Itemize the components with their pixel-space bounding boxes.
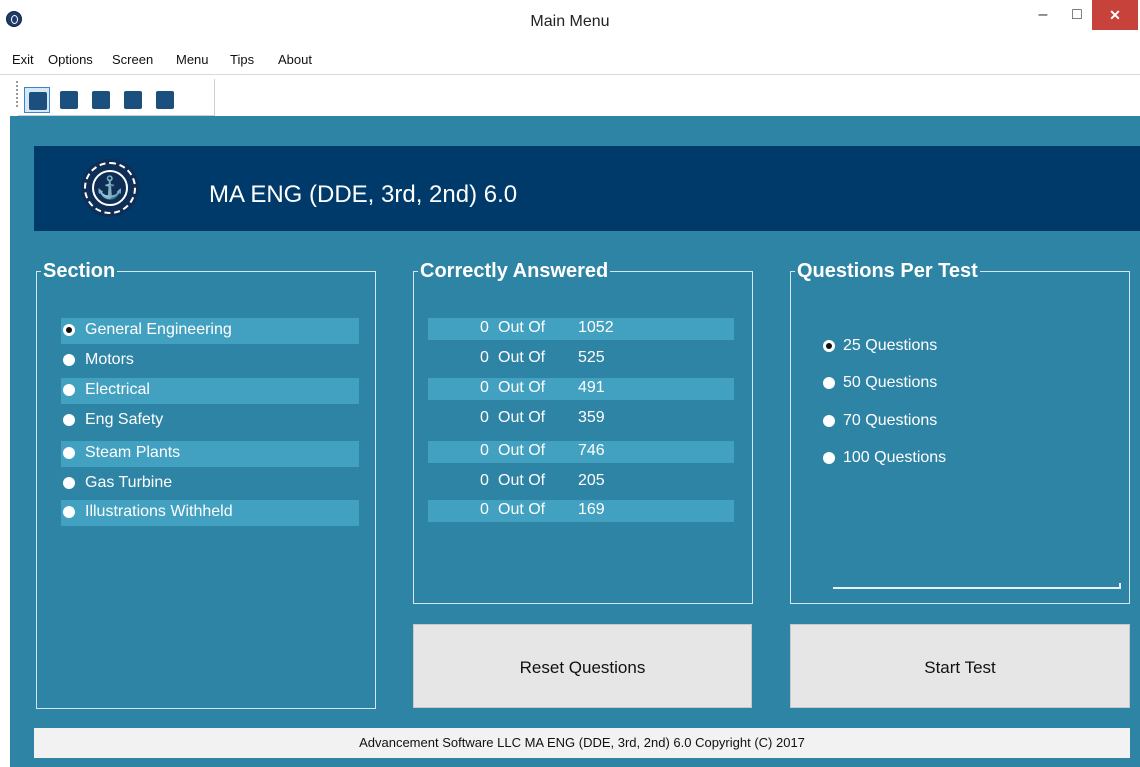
radio-icon[interactable] [63, 447, 75, 459]
anchor-logo-icon: ⚓ [81, 159, 139, 217]
radio-icon[interactable] [63, 477, 75, 489]
minimize-button[interactable]: – [1026, 0, 1060, 30]
menu-tips[interactable]: Tips [230, 52, 254, 67]
section-option-eng-safety[interactable]: Eng Safety [61, 408, 359, 434]
close-button[interactable]: ✕ [1092, 0, 1138, 30]
menu-screen[interactable]: Screen [112, 52, 153, 67]
new-page-icon[interactable] [56, 87, 82, 113]
title-bar: Main Menu – □ ✕ [0, 0, 1140, 44]
toolbar [0, 75, 1140, 116]
section-legend: Section [43, 260, 116, 282]
radio-icon[interactable] [823, 415, 835, 427]
progress-bar [833, 583, 1121, 589]
radio-icon[interactable] [823, 340, 835, 352]
radio-icon[interactable] [63, 324, 75, 336]
count-row: 0 Out Of 169 [428, 500, 734, 522]
reset-questions-button[interactable]: Reset Questions [413, 624, 752, 708]
count-row: 0 Out Of 491 [428, 378, 734, 400]
maximize-button[interactable]: □ [1060, 0, 1094, 30]
count-row: 0 Out Of 525 [480, 349, 605, 366]
radio-icon[interactable] [63, 384, 75, 396]
menu-options[interactable]: Options [48, 52, 93, 67]
count-row: 0 Out Of 359 [480, 409, 605, 426]
section-option-gas-turbine[interactable]: Gas Turbine [61, 471, 359, 497]
start-test-button[interactable]: Start Test [790, 624, 1130, 708]
radio-icon[interactable] [823, 452, 835, 464]
count-row: 0 Out Of 1052 [428, 318, 734, 340]
radio-icon[interactable] [823, 377, 835, 389]
correctly-answered-legend: Correctly Answered [420, 260, 609, 282]
count-row: 0 Out Of 746 [428, 441, 734, 463]
window-title: Main Menu [530, 13, 610, 30]
footer-copyright: Advancement Software LLC MA ENG (DDE, 3r… [34, 728, 1130, 758]
section-option-motors[interactable]: Motors [61, 348, 359, 374]
header-banner: ⚓ MA ENG (DDE, 3rd, 2nd) 6.0 [34, 146, 1140, 231]
menu-about[interactable]: About [278, 52, 312, 67]
image-icon[interactable] [120, 87, 146, 113]
radio-icon[interactable] [63, 354, 75, 366]
questions-per-test-legend: Questions Per Test [797, 260, 978, 282]
search-icon[interactable] [88, 87, 114, 113]
section-option-electrical[interactable]: Electrical [61, 378, 359, 404]
questions-per-test-group: Questions Per Test 25 Questions 50 Quest… [790, 260, 1130, 604]
menu-menu[interactable]: Menu [176, 52, 209, 67]
section-option-general-engineering[interactable]: General Engineering [61, 318, 359, 344]
menu-exit[interactable]: Exit [12, 52, 34, 67]
section-group: Section General Engineering Motors Elect… [36, 260, 376, 709]
toolbar-strip [18, 79, 215, 116]
list-icon[interactable] [152, 87, 178, 113]
grid-view-icon[interactable] [24, 87, 50, 113]
correctly-answered-group: Correctly Answered 0 Out Of 1052 0 Out Of 52… [413, 260, 753, 604]
section-option-illustrations-withheld[interactable]: Illustrations Withheld [61, 500, 359, 526]
menu-bar: Exit Options Screen Menu Tips About [0, 44, 1140, 75]
radio-icon[interactable] [63, 414, 75, 426]
main-panel: ⚓ MA ENG (DDE, 3rd, 2nd) 6.0 Section Gen… [10, 116, 1140, 767]
radio-icon[interactable] [63, 506, 75, 518]
app-title: MA ENG (DDE, 3rd, 2nd) 6.0 [209, 181, 518, 208]
section-option-steam-plants[interactable]: Steam Plants [61, 441, 359, 467]
count-row: 0 Out Of 205 [480, 472, 605, 489]
